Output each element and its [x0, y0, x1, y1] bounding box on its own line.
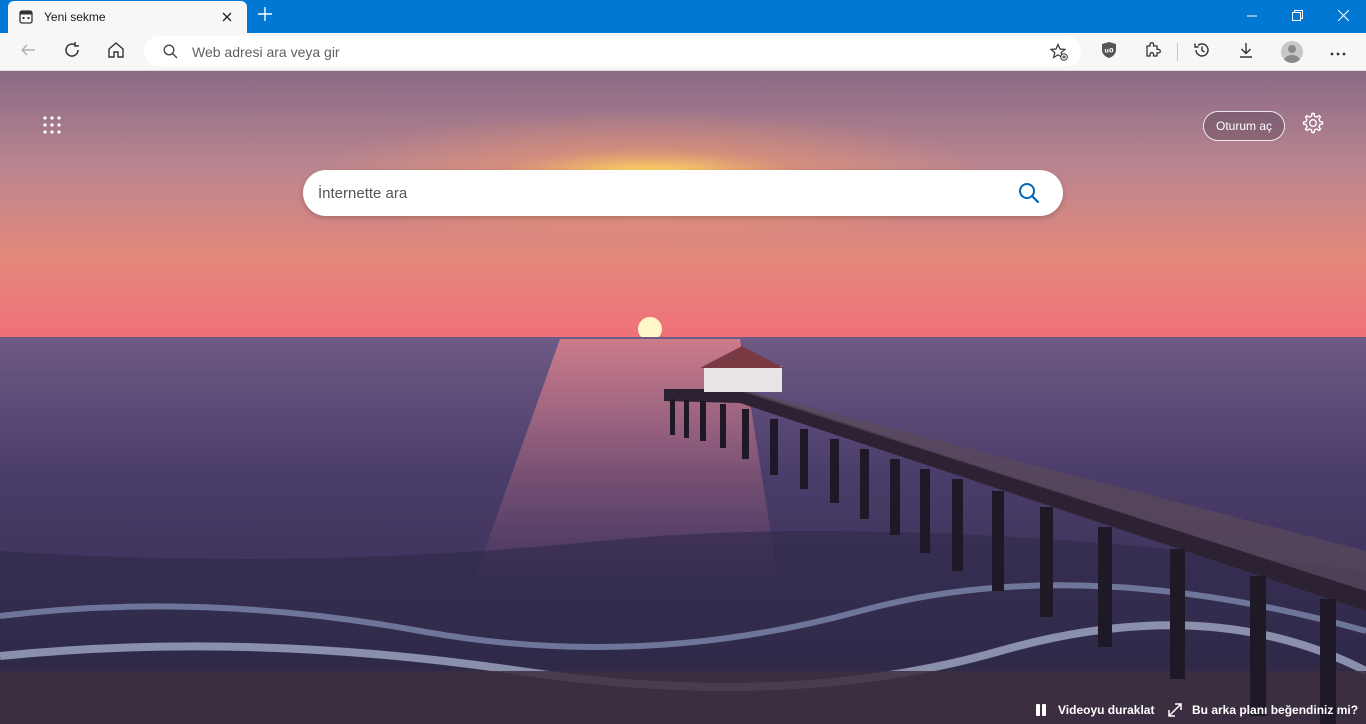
more-dots-icon	[1330, 43, 1346, 61]
new-tab-page-icon	[18, 9, 34, 25]
gear-icon	[1302, 112, 1324, 139]
search-icon[interactable]	[1017, 181, 1041, 205]
restore-icon	[1291, 8, 1303, 26]
pause-icon	[1034, 703, 1048, 717]
new-tab-button[interactable]	[253, 4, 277, 28]
svg-text:u0: u0	[1104, 46, 1114, 54]
close-icon[interactable]	[217, 7, 237, 27]
search-icon	[160, 42, 180, 62]
downloads-icon	[1237, 41, 1255, 64]
history-button[interactable]	[1185, 35, 1219, 69]
history-icon	[1193, 41, 1211, 64]
more-menu-button[interactable]	[1321, 35, 1355, 69]
profile-avatar-icon	[1281, 41, 1303, 63]
back-button[interactable]	[11, 35, 45, 69]
extensions-puzzle-icon	[1144, 41, 1162, 64]
web-search-input[interactable]	[318, 184, 998, 202]
refresh-icon	[63, 41, 81, 64]
extensions-button[interactable]	[1136, 35, 1170, 69]
like-background-button[interactable]: Bu arka planı beğendiniz mi?	[1167, 700, 1358, 720]
profile-button[interactable]	[1275, 35, 1309, 69]
web-search-box[interactable]	[303, 170, 1063, 216]
tab-title: Yeni sekme	[44, 10, 106, 24]
home-button[interactable]	[99, 35, 133, 69]
restore-button[interactable]	[1274, 0, 1320, 33]
tab-new-tab[interactable]: Yeni sekme	[8, 1, 247, 33]
home-icon	[107, 41, 125, 64]
close-window-button[interactable]	[1320, 0, 1366, 33]
page-settings-button[interactable]	[1300, 112, 1326, 138]
downloads-button[interactable]	[1229, 35, 1263, 69]
new-tab-page: Oturum aç Videoyu duraklat Bu arka planı…	[0, 71, 1366, 724]
toolbar-divider	[1177, 43, 1178, 61]
browser-toolbar: u0	[0, 33, 1366, 71]
refresh-button[interactable]	[55, 35, 89, 69]
plus-icon	[258, 6, 272, 26]
minimize-button[interactable]	[1229, 0, 1275, 33]
ublock-extension-button[interactable]: u0	[1092, 35, 1126, 69]
add-favorite-icon[interactable]	[1049, 42, 1069, 62]
back-arrow-icon	[20, 42, 36, 63]
minimize-icon	[1247, 8, 1257, 26]
expand-icon	[1167, 702, 1183, 718]
pause-video-button[interactable]: Videoyu duraklat	[1034, 700, 1154, 720]
background-image	[0, 71, 1366, 724]
background-controls: Videoyu duraklat Bu arka planı beğendini…	[0, 696, 1366, 724]
pause-video-label: Videoyu duraklat	[1058, 703, 1155, 717]
close-icon	[1337, 8, 1349, 26]
ublock-shield-icon: u0	[1101, 41, 1117, 64]
title-bar: Yeni sekme	[0, 0, 1366, 33]
address-input[interactable]	[192, 43, 1032, 60]
like-background-label: Bu arka planı beğendiniz mi?	[1192, 703, 1359, 717]
address-bar[interactable]	[144, 36, 1081, 67]
sign-in-button[interactable]: Oturum aç	[1203, 111, 1285, 141]
app-launcher-grid-icon	[43, 115, 61, 139]
app-launcher-button[interactable]	[38, 113, 66, 141]
